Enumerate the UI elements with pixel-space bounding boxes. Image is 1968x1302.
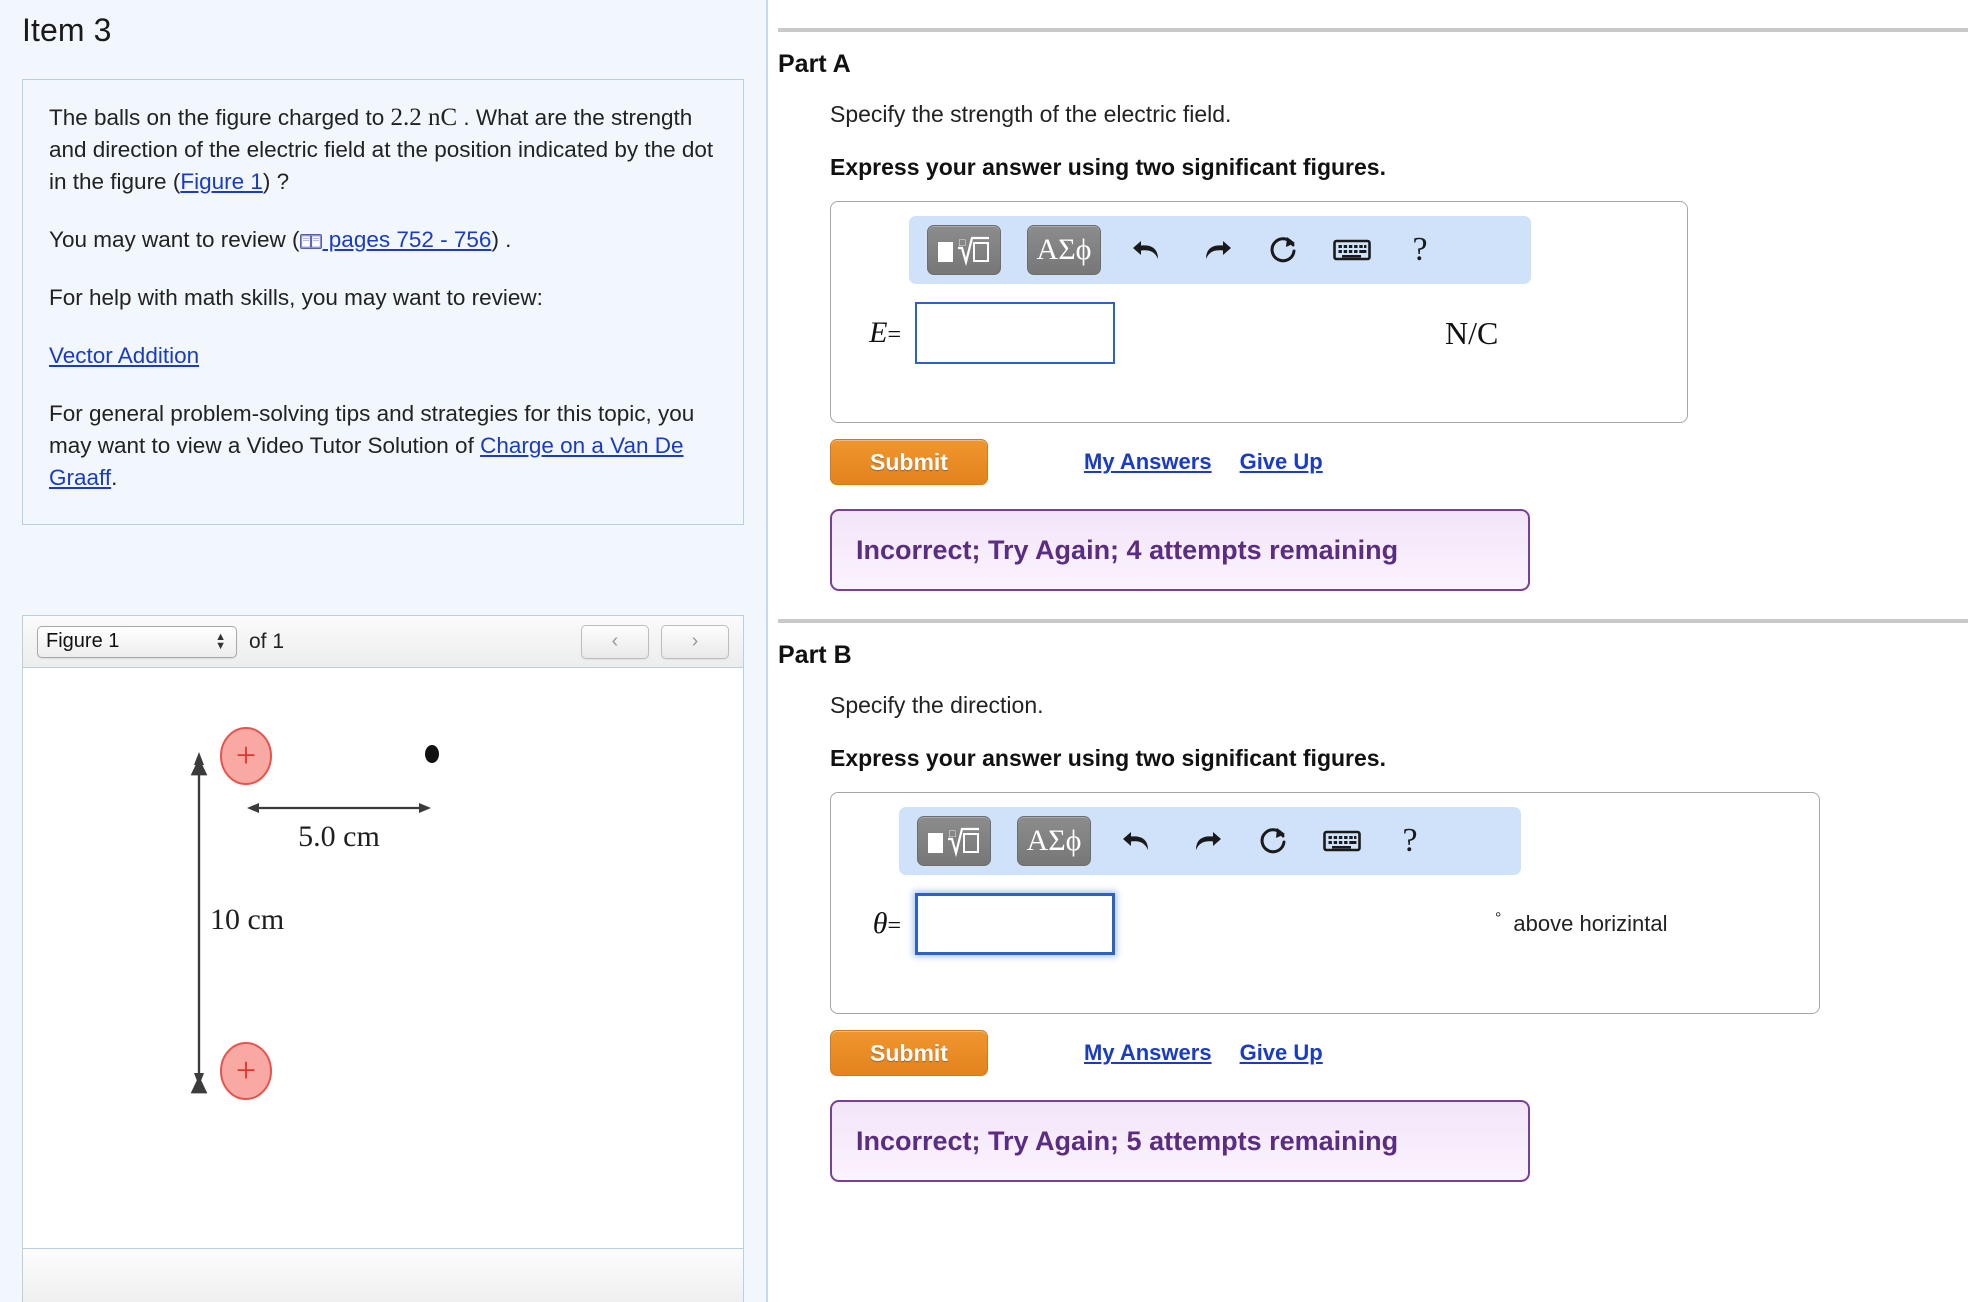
part-a-variable-label: E= — [831, 316, 901, 350]
tips-text-end: . — [111, 465, 118, 490]
figure-nav: ‹ › — [581, 624, 729, 659]
part-b-give-up-link[interactable]: Give Up — [1240, 1040, 1323, 1066]
part-a-answer-input[interactable] — [915, 302, 1115, 364]
part-b-title: Part B — [778, 641, 852, 669]
part-a-prompt: Specify the strength of the electric fie… — [830, 101, 1232, 127]
part-b-math-toolbar: □ ΑΣϕ ? — [899, 807, 1521, 875]
svg-text:+: + — [236, 1050, 256, 1090]
stepper-icon: ▲ ▼ — [215, 630, 226, 652]
part-a-math-toolbar: □ ΑΣϕ ? — [909, 216, 1531, 284]
vertical-distance-label: 10 cm — [210, 903, 284, 936]
part-a-section: Part A Specify the strength of the elect… — [768, 28, 1968, 591]
problem-line-1: The balls on the figure charged to 2.2 n… — [49, 102, 717, 198]
page-title: Item 3 — [22, 12, 112, 48]
vector-addition-link[interactable]: Vector Addition — [49, 343, 199, 368]
part-b-unit-suffix: above horizintal — [1513, 911, 1668, 936]
part-b-variable-label: θ= — [831, 907, 901, 941]
part-b-unit-label: ° above horizintal — [1495, 910, 1668, 937]
equals-sign: = — [887, 322, 901, 348]
horizontal-distance-label: 5.0 cm — [298, 820, 380, 853]
variable-symbol: θ — [872, 907, 888, 940]
part-a-give-up-link[interactable]: Give Up — [1240, 449, 1323, 475]
keyboard-icon[interactable] — [1331, 228, 1373, 272]
charge-top: + — [220, 727, 272, 785]
help-icon[interactable]: ? — [1389, 819, 1431, 863]
review-text-end: ) . — [491, 227, 512, 252]
figure-footer — [23, 1248, 743, 1302]
part-b-answer-box: □ ΑΣϕ ? θ= ° above horizintal — [830, 792, 1820, 1014]
redo-icon[interactable] — [1185, 819, 1227, 863]
problem-line-vector: Vector Addition — [49, 340, 717, 372]
redo-icon[interactable] — [1195, 228, 1237, 272]
figure-canvas: + + 5.0 cm 10 cm — [23, 668, 743, 1248]
part-a-feedback-text: Incorrect; Try Again; 4 attempts remaini… — [856, 534, 1399, 565]
figure-panel: Figure 1 ▲ ▼ of 1 ‹ › + + 5.0 cm 10 cm — [22, 615, 744, 1302]
part-a-input-row: E= N/C — [831, 302, 1687, 364]
degree-symbol: ° — [1495, 910, 1502, 927]
part-a-my-answers-link[interactable]: My Answers — [1084, 449, 1212, 475]
answer-pane: Part A Specify the strength of the elect… — [768, 0, 1968, 1302]
problem-line-tips: For general problem-solving tips and str… — [49, 398, 717, 494]
part-b-my-answers-link[interactable]: My Answers — [1084, 1040, 1212, 1066]
charge-value: 2.2 nC — [390, 104, 458, 131]
problem-pane: Item 3 The balls on the figure charged t… — [0, 0, 768, 1302]
part-b-express: Express your answer using two significan… — [830, 745, 1386, 771]
figure-toolbar: Figure 1 ▲ ▼ of 1 ‹ › — [23, 616, 743, 668]
greek-symbols-button[interactable]: ΑΣϕ — [1027, 225, 1101, 275]
problem-line-math-skills: For help with math skills, you may want … — [49, 285, 543, 310]
part-b-feedback: Incorrect; Try Again; 5 attempts remaini… — [830, 1100, 1530, 1182]
next-figure-button[interactable]: › — [661, 624, 729, 659]
part-b-actions: Submit My Answers Give Up — [830, 1030, 1968, 1076]
undo-icon[interactable] — [1117, 819, 1159, 863]
part-b-input-row: θ= ° above horizintal — [831, 893, 1819, 955]
part-b-submit-button[interactable]: Submit — [830, 1030, 988, 1076]
part-b-section: Part B Specify the direction. Express yo… — [768, 619, 1968, 1182]
variable-symbol: E — [869, 316, 888, 349]
part-a-body: Specify the strength of the electric fie… — [830, 101, 1968, 591]
figure-select[interactable]: Figure 1 ▲ ▼ — [37, 625, 237, 658]
part-a-feedback: Incorrect; Try Again; 4 attempts remaini… — [830, 509, 1530, 591]
prev-figure-button[interactable]: ‹ — [581, 624, 649, 659]
part-a-title: Part A — [778, 50, 851, 78]
problem-text: The balls on the figure charged to — [49, 105, 391, 130]
part-a-answer-box: □ ΑΣϕ ? E= N/C — [830, 201, 1688, 423]
figure-count-label: of 1 — [249, 629, 285, 653]
review-text: You may want to review ( — [49, 227, 300, 252]
reset-icon[interactable] — [1263, 228, 1305, 272]
part-divider — [778, 619, 1968, 623]
part-b-feedback-text: Incorrect; Try Again; 5 attempts remaini… — [856, 1125, 1399, 1156]
math-template-button[interactable]: □ — [917, 816, 991, 866]
part-a-unit-label: N/C — [1445, 314, 1499, 351]
equals-sign: = — [887, 913, 901, 939]
problem-text-end: ) ? — [262, 169, 290, 194]
help-icon[interactable]: ? — [1399, 228, 1441, 272]
assignment-page: Item 3 The balls on the figure charged t… — [0, 0, 1968, 1302]
part-a-express: Express your answer using two significan… — [830, 154, 1386, 180]
charge-bottom: + — [220, 1042, 272, 1100]
part-a-submit-button[interactable]: Submit — [830, 439, 988, 485]
part-b-body: Specify the direction. Express your answ… — [830, 692, 1968, 1182]
charge-diagram: + + 5.0 cm 10 cm — [190, 727, 439, 1100]
part-divider — [778, 28, 1968, 32]
figure-select-value: Figure 1 — [46, 630, 120, 652]
svg-text:+: + — [236, 735, 256, 775]
reset-icon[interactable] — [1253, 819, 1295, 863]
greek-symbols-button[interactable]: ΑΣϕ — [1017, 816, 1091, 866]
field-point-dot — [425, 745, 439, 763]
part-a-actions: Submit My Answers Give Up — [830, 439, 1968, 485]
math-template-button[interactable]: □ — [927, 225, 1001, 275]
pages-link[interactable]: pages 752 - 756 — [323, 227, 492, 252]
part-b-prompt: Specify the direction. — [830, 692, 1044, 718]
keyboard-icon[interactable] — [1321, 819, 1363, 863]
problem-line-review: You may want to review ( pages 752 - 756… — [49, 224, 717, 256]
part-b-answer-input[interactable] — [915, 893, 1115, 955]
figure-1-link[interactable]: Figure 1 — [180, 169, 263, 194]
undo-icon[interactable] — [1127, 228, 1169, 272]
book-icon — [299, 227, 322, 249]
problem-statement-box: The balls on the figure charged to 2.2 n… — [22, 79, 744, 525]
